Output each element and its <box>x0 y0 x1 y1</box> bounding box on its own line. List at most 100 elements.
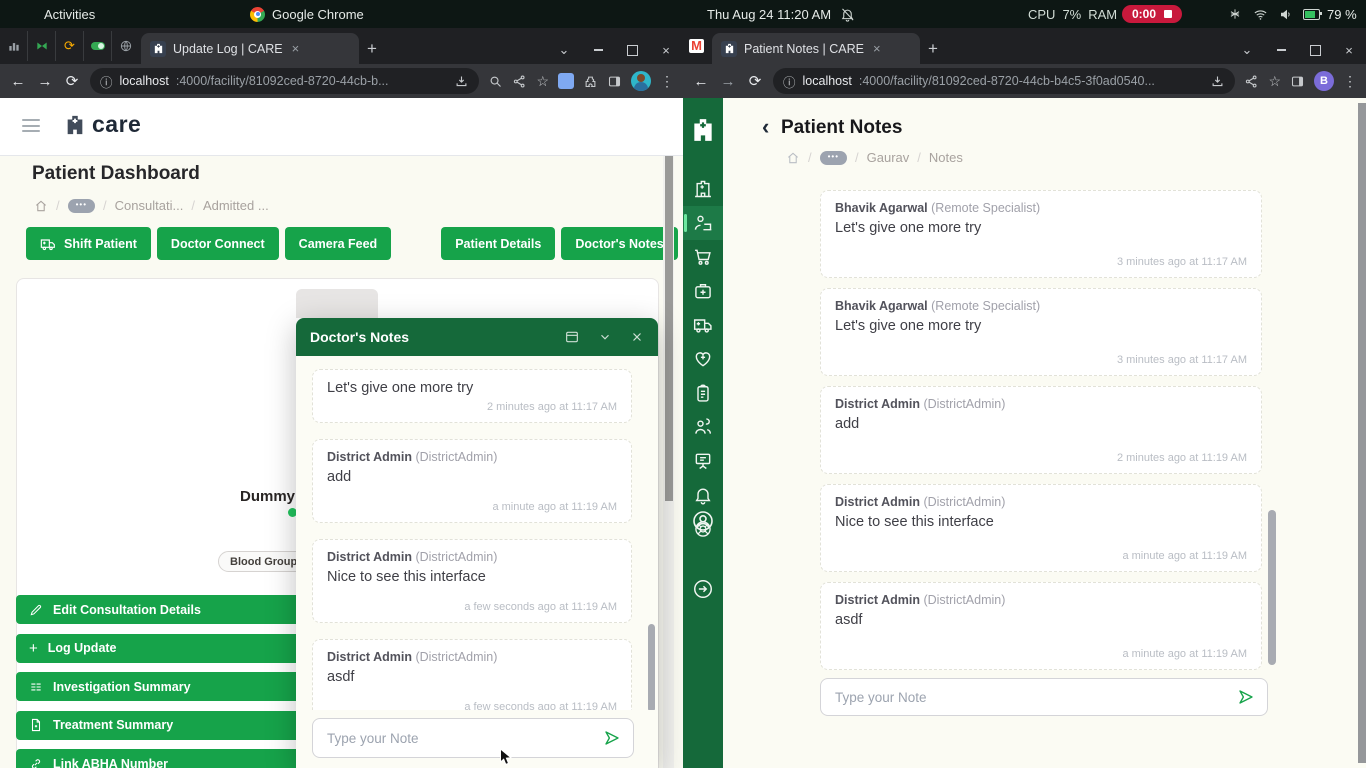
dialog-header[interactable]: Doctor's Notes <box>296 318 658 356</box>
care-logo[interactable]: care <box>64 111 141 138</box>
tab-search-chevron[interactable]: ⌄ <box>1230 42 1264 58</box>
reload-button[interactable]: ⟳ <box>746 72 764 90</box>
tab-close-icon[interactable]: × <box>871 41 883 56</box>
pinned-tab-toggle[interactable] <box>84 31 112 61</box>
zoom-icon[interactable] <box>488 74 503 89</box>
mouse-cursor <box>499 748 514 767</box>
sidebar-item-external-results[interactable] <box>683 376 723 410</box>
forward-button[interactable]: → <box>36 73 54 90</box>
bookmark-star-icon[interactable]: ☆ <box>536 73 549 90</box>
install-app-icon[interactable] <box>454 74 469 89</box>
side-panel-icon[interactable] <box>1290 74 1305 89</box>
breadcrumb-ellipsis[interactable]: ••• <box>820 151 847 165</box>
camera-feed-button[interactable]: Camera Feed <box>285 227 392 260</box>
maximize-button[interactable] <box>615 45 649 56</box>
sidebar-item-patients[interactable] <box>683 206 723 240</box>
close-button[interactable]: × <box>649 43 683 58</box>
sidebar-item-assets[interactable] <box>683 240 723 274</box>
pinned-tab-globe[interactable] <box>112 31 139 61</box>
note-input[interactable] <box>325 730 595 747</box>
dialog-scrollbar-thumb[interactable] <box>648 624 655 710</box>
pinned-tab-reload[interactable]: ⟳ <box>56 31 84 61</box>
scrollbar-thumb[interactable] <box>665 156 673 501</box>
profile-avatar[interactable]: B <box>1314 71 1334 91</box>
clock[interactable]: Thu Aug 24 11:20 AM <box>707 7 831 22</box>
night-light-icon <box>1228 7 1242 21</box>
sidebar-item-sample-test[interactable] <box>683 274 723 308</box>
dialog-close-icon[interactable] <box>630 330 644 344</box>
home-icon[interactable] <box>786 151 800 165</box>
battery-indicator[interactable]: 79 % <box>1303 7 1357 22</box>
site-info-icon[interactable]: ⓘ <box>100 72 113 91</box>
sidebar-item-users[interactable] <box>683 410 723 444</box>
back-chevron[interactable]: ‹ <box>762 114 769 140</box>
breadcrumb-consultation[interactable]: Consultati... <box>115 198 184 213</box>
dialog-title: Doctor's Notes <box>310 329 546 345</box>
address-bar[interactable]: ⓘ localhost :4000/facility/81092ced-8720… <box>773 68 1235 94</box>
install-app-icon[interactable] <box>1210 74 1225 89</box>
share-icon[interactable] <box>1244 74 1259 89</box>
notes-scrollbar-thumb[interactable] <box>1268 510 1276 665</box>
tab-close-icon[interactable]: × <box>290 41 302 56</box>
sidebar-profile[interactable] <box>683 504 723 538</box>
close-button[interactable]: × <box>1332 43 1366 58</box>
minimize-button[interactable] <box>1264 49 1298 51</box>
system-tray[interactable] <box>1228 7 1294 22</box>
breadcrumb-ellipsis[interactable]: ••• <box>68 199 95 213</box>
reload-button[interactable]: ⟳ <box>63 72 81 90</box>
bookmark-star-icon[interactable]: ☆ <box>1268 73 1281 90</box>
patient-details-button[interactable]: Patient Details <box>441 227 555 260</box>
chrome-menu-icon[interactable]: ⋮ <box>660 73 674 90</box>
activities-button[interactable]: Activities <box>44 7 95 22</box>
screen-recording-indicator[interactable]: 0:00 <box>1122 5 1182 23</box>
pinned-tab-green[interactable] <box>28 31 56 61</box>
notifications-muted-icon[interactable] <box>840 7 855 22</box>
forward-button[interactable]: → <box>719 73 737 90</box>
sidebar-item-resource[interactable] <box>683 342 723 376</box>
action-button-row: Shift Patient Doctor Connect Camera Feed… <box>26 227 678 260</box>
new-tab-button[interactable]: + <box>928 39 938 59</box>
pop-out-icon[interactable] <box>564 329 580 345</box>
sidebar-item-notice-board[interactable] <box>683 444 723 478</box>
sidebar-logo[interactable] <box>683 98 723 158</box>
hamburger-menu-icon[interactable] <box>22 119 40 136</box>
back-button[interactable]: ← <box>692 73 710 90</box>
collapse-chevron-icon[interactable] <box>598 330 612 344</box>
new-tab-button[interactable]: + <box>367 39 377 59</box>
profile-avatar[interactable] <box>631 71 651 91</box>
scrollbar-thumb[interactable] <box>1358 103 1366 763</box>
share-icon[interactable] <box>512 74 527 89</box>
focused-app[interactable]: Google Chrome <box>250 7 364 22</box>
tab-update-log[interactable]: Update Log | CARE × <box>141 33 359 64</box>
stop-icon <box>1164 10 1172 18</box>
chrome-menu-icon[interactable]: ⋮ <box>1343 73 1357 90</box>
note-card: Bhavik Agarwal (Remote Specialist) Let's… <box>820 288 1262 376</box>
right-page-scrollbar[interactable] <box>1358 98 1366 768</box>
breadcrumb-patient[interactable]: Gaurav <box>867 150 910 165</box>
side-panel-icon[interactable] <box>607 74 622 89</box>
send-icon[interactable] <box>1237 688 1255 706</box>
note-input[interactable] <box>833 689 1229 706</box>
extensions-puzzle-icon[interactable] <box>583 74 598 89</box>
minimize-button[interactable] <box>581 49 615 51</box>
sidebar-item-facility[interactable] <box>683 172 723 206</box>
doctors-notes-button[interactable]: Doctor's Notes <box>561 227 677 260</box>
translate-extension-icon[interactable] <box>558 73 574 89</box>
tab-patient-notes[interactable]: Patient Notes | CARE × <box>712 33 920 64</box>
send-icon[interactable] <box>603 729 621 747</box>
pinned-tab-gmail[interactable]: M <box>683 31 710 61</box>
pinned-tab-stats[interactable] <box>0 31 28 61</box>
home-icon[interactable] <box>34 199 48 213</box>
sidebar-logout[interactable] <box>683 572 723 606</box>
back-button[interactable]: ← <box>9 73 27 90</box>
sidebar-item-shifting[interactable] <box>683 308 723 342</box>
left-page-scrollbar[interactable] <box>663 156 674 768</box>
shift-patient-button[interactable]: Shift Patient <box>26 227 151 260</box>
left-tab-strip: ⟳ Update Log | CARE × + ⌄ × <box>0 28 683 64</box>
doctor-connect-button[interactable]: Doctor Connect <box>157 227 279 260</box>
address-bar[interactable]: ⓘ localhost :4000/facility/81092ced-8720… <box>90 68 479 94</box>
tab-search-chevron[interactable]: ⌄ <box>547 42 581 58</box>
note-card: District Admin (DistrictAdmin) Nice to s… <box>312 539 632 623</box>
maximize-button[interactable] <box>1298 45 1332 56</box>
site-info-icon[interactable]: ⓘ <box>783 72 796 91</box>
